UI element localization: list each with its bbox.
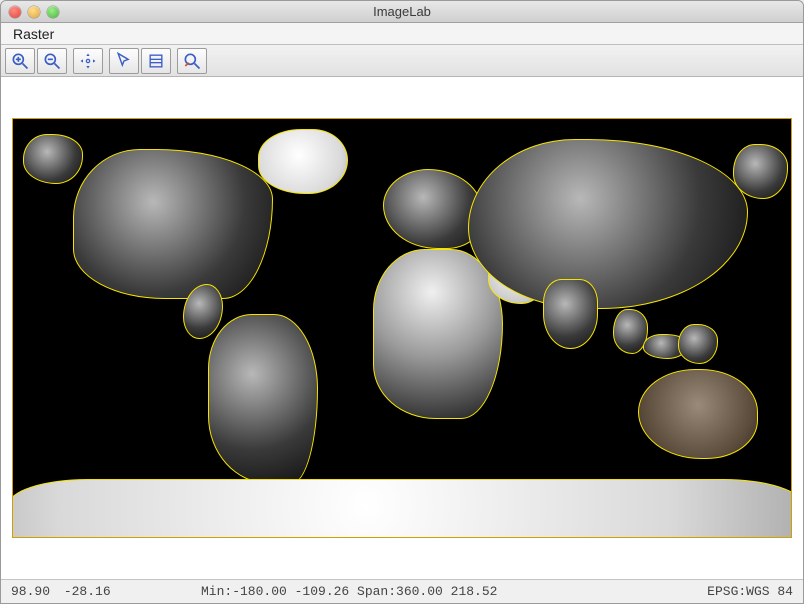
landmass	[258, 129, 348, 194]
toolbar	[1, 45, 803, 77]
table-icon	[146, 51, 166, 71]
landmass	[208, 314, 318, 484]
pan-icon	[78, 51, 98, 71]
landmass	[468, 139, 748, 309]
pan-group	[73, 48, 103, 74]
status-crs: EPSG:WGS 84	[653, 584, 793, 599]
landmass	[12, 479, 792, 538]
statusbar: 98.90 -28.16 Min:-180.00 -109.26 Span:36…	[1, 579, 803, 603]
menubar: Raster	[1, 23, 803, 45]
zoom-group	[5, 48, 67, 74]
window-title: ImageLab	[1, 4, 803, 19]
cursor-y: -28.16	[58, 584, 111, 599]
select-group	[109, 48, 171, 74]
titlebar: ImageLab	[1, 1, 803, 23]
landmass	[23, 134, 83, 184]
inspect-group	[177, 48, 207, 74]
pointer-button[interactable]	[109, 48, 139, 74]
map-viewport	[1, 77, 803, 579]
inspect-button[interactable]	[177, 48, 207, 74]
zoom-in-icon	[10, 51, 30, 71]
cursor-x: 98.90	[11, 584, 50, 599]
landmass	[638, 369, 758, 459]
pan-button[interactable]	[73, 48, 103, 74]
status-extent: Min:-180.00 -109.26 Span:360.00 218.52	[181, 584, 653, 599]
zoom-out-button[interactable]	[37, 48, 67, 74]
inspect-icon	[182, 51, 202, 71]
status-cursor: 98.90 -28.16	[11, 584, 181, 599]
map-canvas[interactable]	[12, 118, 792, 538]
table-button[interactable]	[141, 48, 171, 74]
zoom-out-icon	[42, 51, 62, 71]
landmass	[373, 249, 503, 419]
pointer-icon	[114, 51, 134, 71]
landmass	[73, 149, 273, 299]
landmass	[678, 324, 718, 364]
menu-raster[interactable]: Raster	[7, 24, 60, 44]
zoom-in-button[interactable]	[5, 48, 35, 74]
landmass	[543, 279, 598, 349]
landmass	[733, 144, 788, 199]
